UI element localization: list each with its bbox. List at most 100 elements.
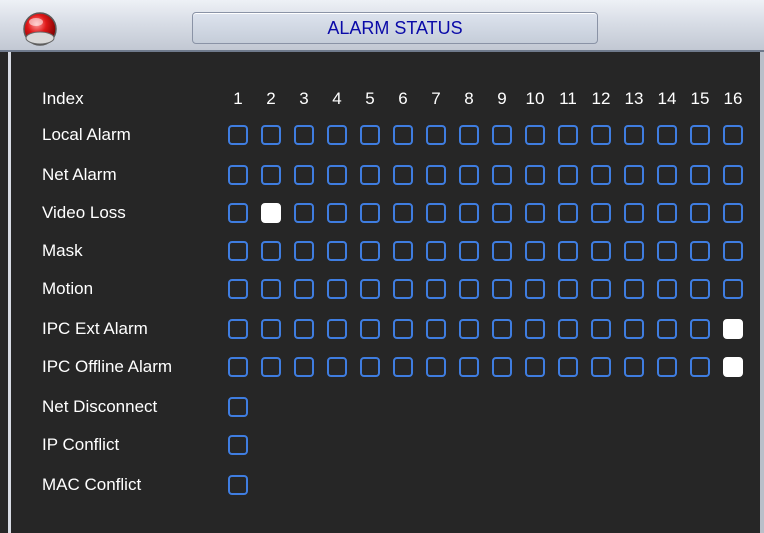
red-orb-icon[interactable] [22,11,58,47]
left-border [8,52,11,533]
alarm-status-checkbox [426,125,446,145]
alarm-status-checkbox [624,203,644,223]
alarm-row-label: Net Alarm [42,165,117,184]
alarm-status-checkbox [624,125,644,145]
alarm-status-checkbox [261,165,281,185]
title-bar: ALARM STATUS [0,0,764,52]
alarm-status-checkbox [657,357,677,377]
alarm-status-checkbox [690,319,710,339]
alarm-status-checkbox [327,125,347,145]
alarm-status-checkbox [558,279,578,299]
alarm-status-checkbox [558,125,578,145]
alarm-status-checkbox [723,125,743,145]
alarm-status-checkbox [558,357,578,377]
alarm-status-checkbox [327,357,347,377]
alarm-status-checkbox [294,279,314,299]
alarm-status-checkbox [492,165,512,185]
alarm-status-checkbox [426,241,446,261]
right-border [760,52,764,533]
alarm-status-checkbox [327,241,347,261]
channel-number: 6 [398,89,408,108]
channel-number: 1 [233,89,243,108]
alarm-status-checkbox [525,279,545,299]
alarm-status-checkbox [657,241,677,261]
channel-number: 13 [624,89,644,108]
alarm-status-checkbox [360,357,380,377]
channel-number: 15 [690,89,710,108]
alarm-status-checkbox [393,203,413,223]
alarm-status-checkbox [459,319,479,339]
channel-number: 12 [591,89,611,108]
alarm-status-checkbox [558,165,578,185]
alarm-status-checkbox [591,319,611,339]
alarm-status-checkbox [525,241,545,261]
alarm-status-checkbox [426,357,446,377]
alarm-status-checkbox [393,357,413,377]
alarm-status-checkbox [525,125,545,145]
alarm-status-checkbox [492,279,512,299]
alarm-status-checkbox [723,165,743,185]
alarm-status-checkbox [591,203,611,223]
alarm-status-checkbox [690,357,710,377]
alarm-status-checkbox [294,319,314,339]
alarm-status-checkbox [690,203,710,223]
alarm-status-checkbox [624,357,644,377]
alarm-status-checkbox [690,279,710,299]
alarm-status-checkbox [624,279,644,299]
alarm-status-checkbox [558,203,578,223]
channel-number: 11 [559,89,577,108]
alarm-status-checkbox [459,279,479,299]
alarm-status-checkbox [459,125,479,145]
alarm-row-label: Motion [42,279,94,298]
alarm-status-checkbox [228,357,248,377]
alarm-row-label: IPC Ext Alarm [42,319,148,338]
channel-number: 14 [657,89,677,108]
alarm-status-checkbox [624,241,644,261]
alarm-status-checkbox [690,165,710,185]
alarm-status-checkbox [261,203,281,223]
alarm-status-checkbox [261,125,281,145]
alarm-status-checkbox [294,125,314,145]
channel-number: 5 [365,89,375,108]
alarm-status-checkbox [228,125,248,145]
alarm-status-checkbox [558,319,578,339]
alarm-status-checkbox [261,279,281,299]
alarm-status-checkbox [591,125,611,145]
alarm-status-checkbox [294,203,314,223]
alarm-status-checkbox [360,241,380,261]
index-label: Index [42,89,84,108]
alarm-status-checkbox [723,319,743,339]
channel-number: 7 [431,89,441,108]
alarm-status-checkbox [393,125,413,145]
alarm-status-checkbox [525,319,545,339]
single-alarm-checkbox [228,475,248,495]
alarm-status-checkbox [426,165,446,185]
alarm-status-checkbox [525,165,545,185]
alarm-status-checkbox [261,241,281,261]
alarm-status-checkbox [360,203,380,223]
alarm-status-checkbox [459,241,479,261]
alarm-status-window: ALARM STATUS Index 1 2 3 4 5 6 7 8 9 10 11 12 13 14 15 1… [0,0,764,533]
alarm-status-checkbox [393,241,413,261]
alarm-status-checkbox [459,203,479,223]
alarm-status-checkbox [360,165,380,185]
alarm-row-label: Local Alarm [42,125,131,144]
alarm-status-checkbox [327,165,347,185]
alarm-row-label: IPC Offline Alarm [42,357,173,376]
alarm-status-checkbox [327,203,347,223]
alarm-row-label: Video Loss [42,203,126,222]
channel-number: 8 [464,89,474,108]
alarm-status-checkbox [558,241,578,261]
alarm-status-checkbox [690,125,710,145]
alarm-status-checkbox [492,319,512,339]
alarm-status-checkbox [393,165,413,185]
alarm-status-checkbox [426,319,446,339]
alarm-status-checkbox [360,319,380,339]
alarm-status-checkbox [228,241,248,261]
channel-number: 2 [266,89,276,108]
channel-number: 9 [497,89,507,108]
alarm-status-checkbox [426,203,446,223]
single-alarm-label: Net Disconnect [42,397,158,416]
alarm-status-checkbox [525,357,545,377]
channel-number: 16 [723,89,743,108]
